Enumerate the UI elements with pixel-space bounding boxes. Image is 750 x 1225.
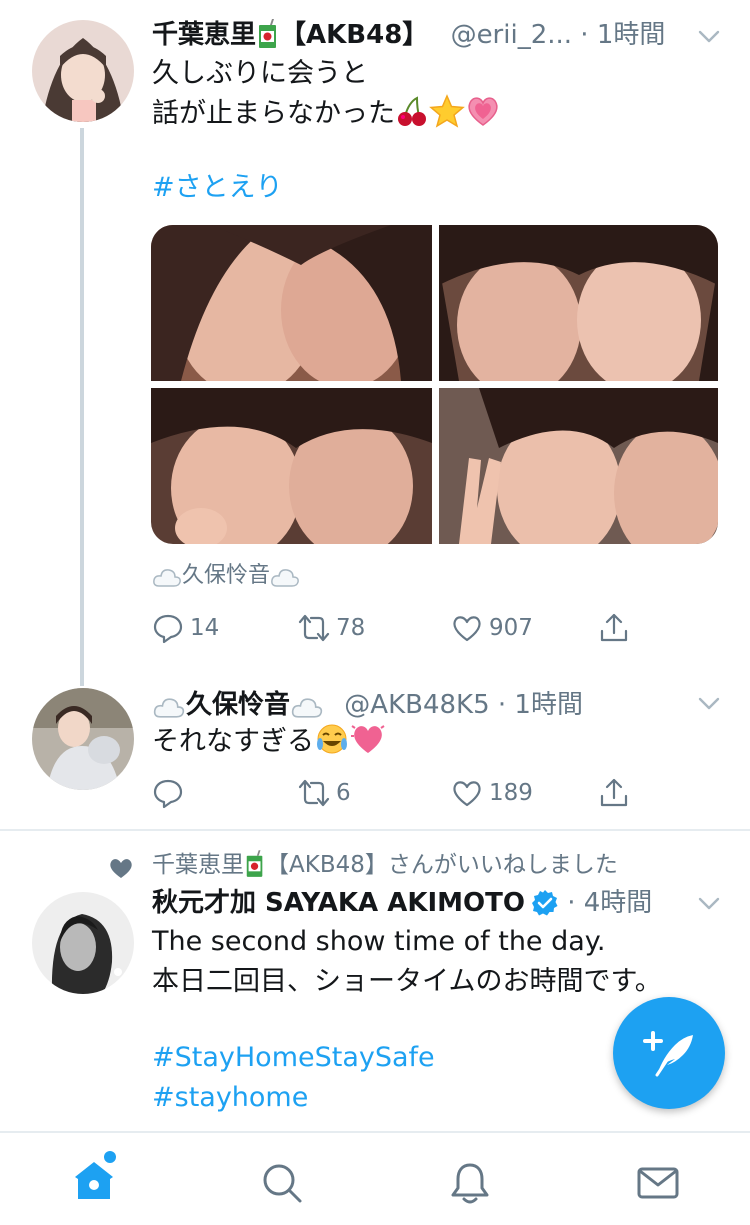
verified-badge-icon xyxy=(531,889,559,926)
hashtag-link[interactable]: #StayHomeStaySafe xyxy=(152,1038,435,1078)
retweet-count: 78 xyxy=(336,615,366,641)
retweet-icon xyxy=(298,779,330,807)
messages-icon xyxy=(637,1167,679,1199)
home-notification-dot xyxy=(104,1151,116,1163)
chevron-down-icon[interactable] xyxy=(696,690,722,716)
hashtag-link[interactable]: #stayhome xyxy=(152,1078,308,1118)
handle[interactable]: @erii_2... xyxy=(451,20,572,50)
photo-4[interactable] xyxy=(439,388,718,544)
chevron-down-icon[interactable] xyxy=(696,890,722,916)
avatar-kubo[interactable] xyxy=(32,688,134,790)
retweet-icon xyxy=(298,614,330,642)
compose-tweet-button[interactable] xyxy=(613,997,725,1109)
retweet-button[interactable]: 78 xyxy=(298,608,365,648)
reply-button[interactable]: 14 xyxy=(152,608,219,648)
tweet-header: 千葉恵里 【AKB48】 @erii_2... · 1時間 xyxy=(152,18,665,58)
like-count: 907 xyxy=(489,615,533,641)
chevron-down-icon[interactable] xyxy=(696,23,722,49)
share-icon xyxy=(600,613,628,642)
like-icon xyxy=(453,616,481,642)
liked-heart-icon xyxy=(108,855,134,881)
tweet-text-line: 久しぶりに会うと xyxy=(152,58,368,89)
reply-button[interactable] xyxy=(152,773,190,813)
tweet-actions: 6 189 xyxy=(152,773,652,813)
tweet-text: それなすぎる xyxy=(152,722,386,768)
display-name[interactable]: 久保怜音 xyxy=(152,690,324,720)
avatar-erii[interactable] xyxy=(32,20,134,122)
tab-home[interactable] xyxy=(72,1157,116,1201)
photo-1[interactable] xyxy=(151,225,432,381)
tweet-divider xyxy=(0,829,750,831)
tweet-text: 久しぶりに会うと 話が止まらなかった xyxy=(152,54,501,140)
photo-2[interactable] xyxy=(439,225,718,381)
heart-icon xyxy=(465,94,501,140)
tab-notifications[interactable] xyxy=(448,1161,492,1205)
star-icon xyxy=(429,94,465,140)
like-button[interactable]: 189 xyxy=(451,773,533,813)
share-button[interactable] xyxy=(598,773,636,813)
like-count: 189 xyxy=(489,780,533,806)
hashtag-link[interactable]: #さとえり xyxy=(152,168,283,208)
tears-of-joy-icon xyxy=(314,722,350,768)
tweet-text-line: 話が止まらなかった xyxy=(152,94,501,140)
like-icon xyxy=(453,781,481,807)
tweet-header: 秋元才加 SAYAKA AKIMOTO · 4時間 xyxy=(152,886,652,926)
photo-tag[interactable]: 久保怜音 xyxy=(152,558,300,600)
juice-box-icon xyxy=(256,19,280,58)
tweet-text: The second show time of the day. 本日二回目、シ… xyxy=(152,922,662,1002)
tweet-text-line: The second show time of the day. xyxy=(152,926,606,957)
display-name[interactable]: 秋元才加 SAYAKA AKIMOTO xyxy=(152,888,525,918)
beating-heart-icon xyxy=(350,722,386,768)
cloud-icon xyxy=(270,564,300,600)
retweet-count: 6 xyxy=(336,780,351,806)
compose-feather-icon xyxy=(643,1031,693,1077)
display-name[interactable]: 千葉恵里 【AKB48】 xyxy=(152,19,428,50)
home-icon xyxy=(75,1162,113,1199)
timestamp[interactable]: · 1時間 xyxy=(580,20,665,50)
retweet-button[interactable]: 6 xyxy=(298,773,351,813)
search-icon xyxy=(263,1164,302,1203)
reply-icon xyxy=(153,779,183,809)
tweet-actions: 14 78 907 xyxy=(152,608,652,648)
bottom-tab-bar xyxy=(0,1131,750,1225)
like-button[interactable]: 907 xyxy=(451,608,533,648)
tweet-text-line: 本日二回目、ショータイムのお時間です。 xyxy=(152,966,662,997)
tab-search[interactable] xyxy=(260,1161,304,1205)
timestamp[interactable]: · 4時間 xyxy=(567,888,652,918)
thread-line xyxy=(80,128,84,686)
photo-3[interactable] xyxy=(151,388,432,544)
handle[interactable]: @AKB48K5 xyxy=(344,690,489,720)
cherry-icon xyxy=(395,94,429,140)
notifications-icon xyxy=(451,1163,489,1204)
avatar-sayaka[interactable] xyxy=(32,892,134,994)
reply-icon xyxy=(153,614,183,644)
tweet-1[interactable]: 千葉恵里 【AKB48】 @erii_2... · 1時間 久しぶりに会うと 話が… xyxy=(0,0,750,686)
share-icon xyxy=(600,778,628,807)
reply-count: 14 xyxy=(190,615,220,641)
tab-messages[interactable] xyxy=(636,1161,680,1205)
share-button[interactable] xyxy=(598,608,636,648)
tweet-2[interactable]: 久保怜音 @AKB48K5 · 1時間 それなすぎる 6 189 xyxy=(0,680,750,830)
timestamp[interactable]: · 1時間 xyxy=(498,690,583,720)
photo-grid xyxy=(151,225,718,544)
cloud-icon xyxy=(152,564,182,600)
